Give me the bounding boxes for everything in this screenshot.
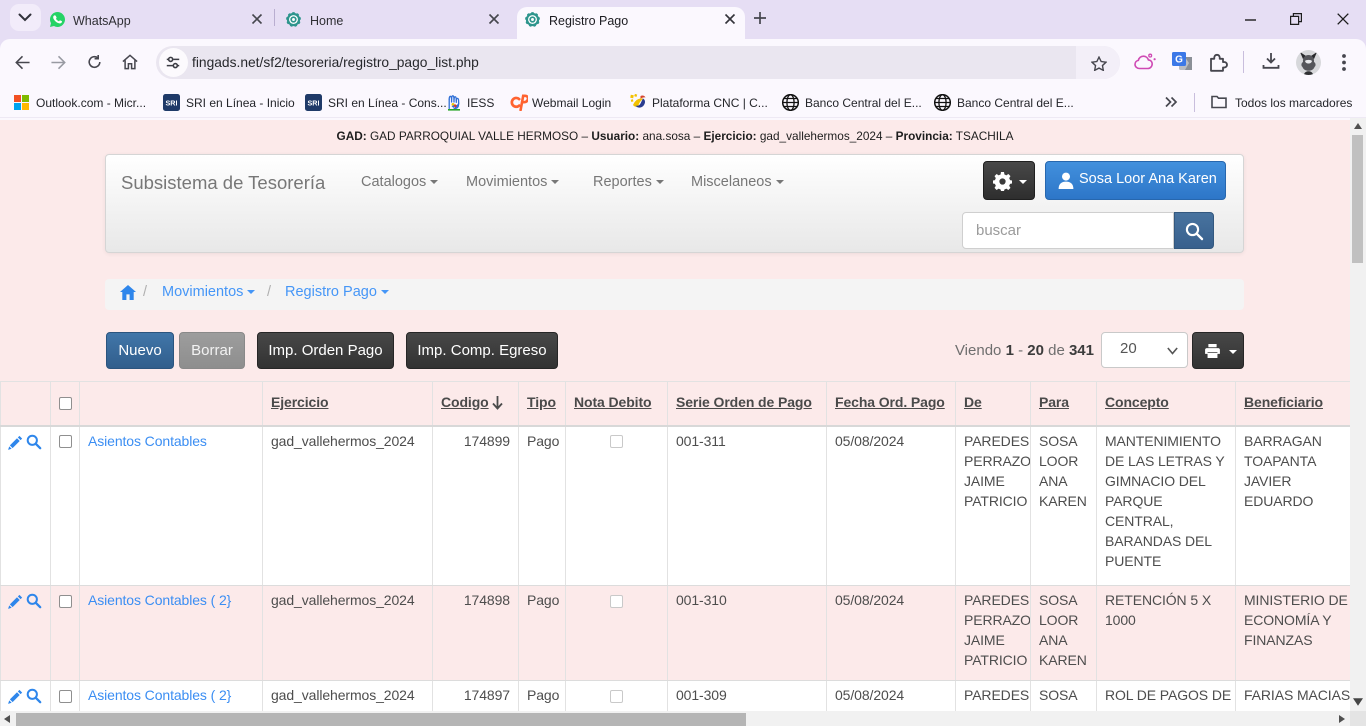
svg-text:SRI: SRI xyxy=(308,99,320,108)
svg-text:G: G xyxy=(1175,55,1183,66)
svg-text:SRI: SRI xyxy=(166,99,178,108)
